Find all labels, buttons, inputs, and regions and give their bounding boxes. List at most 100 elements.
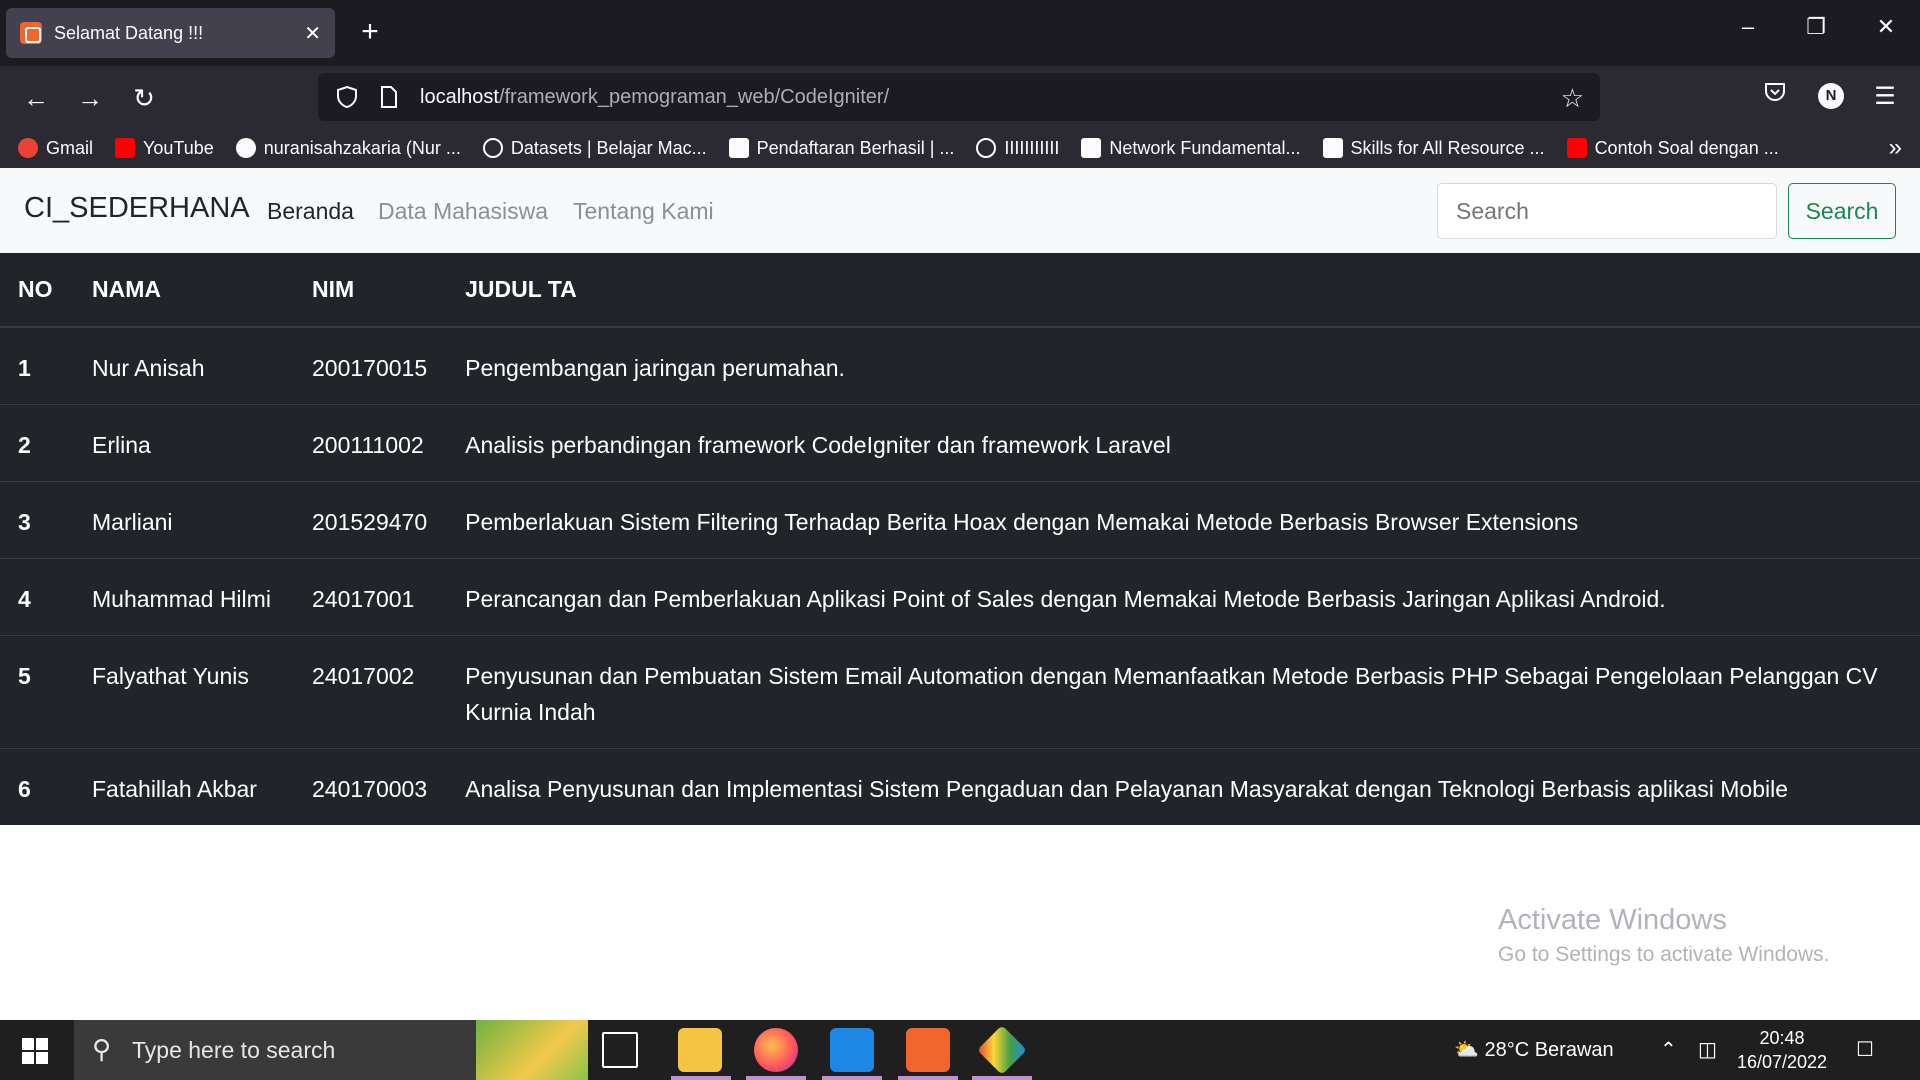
back-arrow-icon[interactable]: ← (18, 80, 54, 116)
taskbar-search-box[interactable]: ⚲ Type here to search (74, 1020, 588, 1080)
cell-no: 2 (0, 404, 74, 482)
nav-link-data-mahasiswa[interactable]: Data Mahasiswa (378, 198, 548, 225)
table-row: 6 Fatahillah Akbar 240170003 Analisa Pen… (0, 748, 1920, 825)
site-navbar: CI_SEDERHANA Beranda Data Mahasiswa Tent… (0, 168, 1920, 253)
minimize-icon[interactable]: – (1728, 14, 1768, 40)
taskbar-search-placeholder: Type here to search (132, 1036, 336, 1063)
cell-no: 5 (0, 635, 74, 749)
netacad-icon (1081, 138, 1102, 158)
browser-tab[interactable]: Selamat Datang !!! ✕ (6, 8, 335, 58)
table-row: 3 Marliani 201529470 Pemberlakuan Sistem… (0, 481, 1920, 559)
cell-no: 3 (0, 481, 74, 559)
chevron-up-icon[interactable]: ⌃ (1660, 1020, 1677, 1080)
vscode-running-indicator (822, 1076, 882, 1080)
cell-nim: 201529470 (294, 481, 448, 559)
cell-nim: 24017001 (294, 558, 448, 636)
bookmark-youtube[interactable]: YouTube (115, 138, 214, 159)
xampp-icon[interactable] (906, 1028, 950, 1072)
shield-icon (337, 85, 357, 109)
bookmark-gmail[interactable]: Gmail (18, 138, 93, 159)
bookmark-skills[interactable]: Skills for All Resource ... (1322, 137, 1545, 159)
cell-no: 1 (0, 326, 74, 405)
cell-nim: 200170015 (294, 326, 448, 405)
bookmark-star-icon[interactable]: ☆ (1561, 83, 1584, 114)
menu-hamburger-icon[interactable]: ☰ (1868, 80, 1902, 114)
bookmark-iiii[interactable]: IIIIIIIIIII (976, 138, 1059, 159)
git-client-running-indicator (972, 1076, 1032, 1080)
dicoding-icon (976, 138, 997, 158)
weather-widget[interactable]: ⛅ 28°C Berawan (1454, 1020, 1614, 1080)
firefox-icon[interactable] (754, 1028, 798, 1072)
site-brand[interactable]: CI_SEDERHANA (24, 192, 250, 225)
taskbar-clock[interactable]: 20:48 16/07/2022 (1732, 1026, 1832, 1074)
header-nama: NAMA (74, 253, 294, 328)
xampp-favicon-icon (20, 22, 42, 44)
site-icon (728, 138, 749, 158)
bookmark-github[interactable]: nuranisahzakaria (Nur ... (235, 138, 461, 159)
tab-close-icon[interactable]: ✕ (304, 21, 321, 46)
vscode-icon[interactable] (830, 1028, 874, 1072)
bookmark-label: Network Fundamental... (1109, 137, 1301, 158)
new-tab-button[interactable]: + (352, 14, 388, 50)
search-input[interactable] (1437, 183, 1777, 239)
page-icon (381, 86, 397, 108)
windows-taskbar: ⚲ Type here to search ⛅ 28°C Berawan ⌃ ◫… (0, 1020, 1920, 1080)
cell-nim: 200111002 (294, 404, 448, 482)
git-client-icon[interactable] (977, 1025, 1027, 1075)
browser-tab-bar: Selamat Datang !!! ✕ + – ❐ ✕ (0, 0, 1920, 66)
header-nim: NIM (294, 253, 448, 328)
network-icon[interactable]: ◫ (1698, 1020, 1717, 1080)
cell-no: 6 (0, 748, 74, 825)
cell-nama: Erlina (74, 404, 294, 482)
bookmark-label: Datasets | Belajar Mac... (510, 137, 707, 158)
forward-arrow-icon[interactable]: → (72, 80, 108, 116)
cell-nama: Falyathat Yunis (74, 635, 294, 749)
notification-icon[interactable]: ☐ (1856, 1020, 1874, 1080)
table-row: 1 Nur Anisah 200170015 Pengembangan jari… (0, 326, 1920, 405)
mahasiswa-table: NO NAMA NIM JUDUL TA 1 Nur Anisah 200170… (0, 253, 1920, 825)
bookmark-label: Pendaftaran Berhasil | ... (756, 137, 955, 158)
windows-start-icon[interactable] (22, 1038, 48, 1064)
bookmark-label: Skills for All Resource ... (1350, 137, 1545, 158)
bookmark-label: IIIIIIIIIII (1004, 137, 1060, 158)
pocket-icon[interactable] (1758, 80, 1792, 114)
profile-avatar[interactable]: N (1818, 83, 1844, 109)
cell-nama: Fatahillah Akbar (74, 748, 294, 825)
tab-title: Selamat Datang !!! (54, 22, 204, 43)
cell-nama: Marliani (74, 481, 294, 559)
dicoding-icon (482, 138, 503, 158)
youtube-icon (115, 138, 136, 158)
search-highlight-image (476, 1020, 588, 1080)
file-explorer-icon[interactable] (678, 1028, 722, 1072)
window-close-icon[interactable]: ✕ (1866, 14, 1906, 40)
bookmark-network[interactable]: Network Fundamental... (1081, 137, 1301, 159)
nav-link-tentang-kami[interactable]: Tentang Kami (573, 198, 714, 225)
weather-text: 28°C Berawan (1484, 1039, 1614, 1061)
bookmark-contoh-soal[interactable]: Contoh Soal dengan ... (1566, 137, 1779, 159)
table-row: 4 Muhammad Hilmi 24017001 Perancangan da… (0, 558, 1920, 636)
cell-judul: Analisis perbandingan framework CodeIgni… (447, 404, 1920, 482)
nav-link-beranda[interactable]: Beranda (267, 198, 354, 225)
watermark-subtitle: Go to Settings to activate Windows. (1498, 943, 1830, 966)
cisco-icon (1322, 138, 1343, 158)
youtube-icon (1566, 138, 1587, 158)
task-view-icon[interactable] (602, 1032, 638, 1068)
bookmark-datasets[interactable]: Datasets | Belajar Mac... (482, 137, 707, 159)
cell-nim: 24017002 (294, 635, 448, 749)
table-header-row: NO NAMA NIM JUDUL TA (0, 253, 1920, 328)
header-no: NO (0, 253, 74, 328)
bookmark-pendaftaran[interactable]: Pendaftaran Berhasil | ... (728, 137, 955, 159)
partly-cloudy-icon: ⛅ (1454, 1039, 1479, 1061)
cell-nim: 240170003 (294, 748, 448, 825)
cell-judul: Pengembangan jaringan perumahan. (447, 326, 1920, 405)
chevron-more-icon[interactable]: » (1889, 134, 1902, 162)
bookmarks-bar: Gmail YouTube nuranisahzakaria (Nur ... … (0, 128, 1920, 168)
google-icon (18, 138, 38, 158)
search-icon: ⚲ (92, 1034, 112, 1064)
bookmark-label: Contoh Soal dengan ... (1594, 137, 1779, 158)
search-button[interactable]: Search (1788, 183, 1896, 239)
restore-icon[interactable]: ❐ (1796, 14, 1836, 40)
reload-icon[interactable]: ↻ (126, 80, 162, 116)
url-host: localhost (420, 85, 499, 108)
address-bar[interactable]: localhost/framework_pemograman_web/CodeI… (318, 73, 1600, 121)
